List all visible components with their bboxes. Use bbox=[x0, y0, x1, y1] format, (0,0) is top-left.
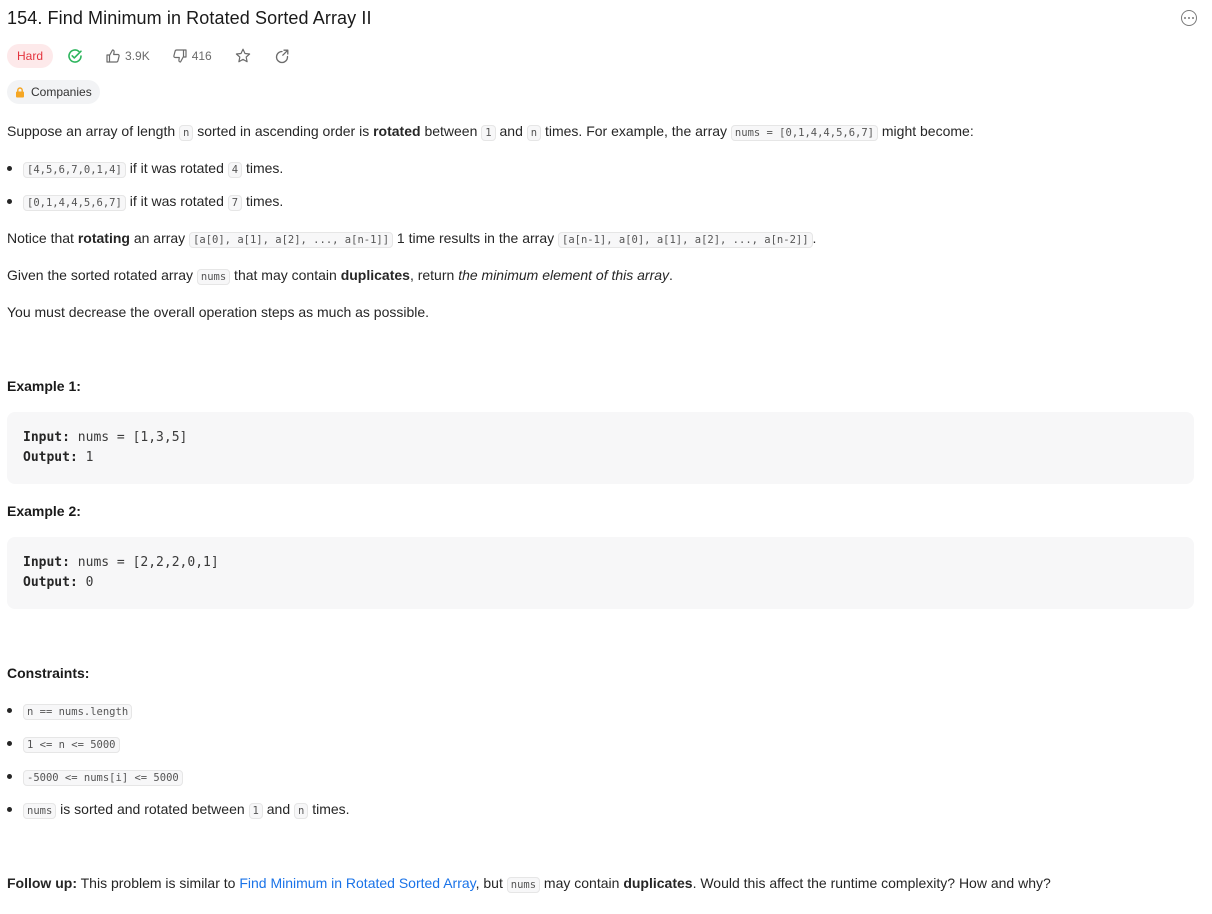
list-item: [0,1,4,4,5,6,7] if it was rotated 7 time… bbox=[6, 190, 283, 214]
list-item: nums is sorted and rotated between 1 and… bbox=[7, 798, 350, 822]
rotation-examples-list-2: [0,1,4,4,5,6,7] if it was rotated 7 time… bbox=[6, 190, 283, 214]
meta-row: Hard 3.9K 416 bbox=[7, 43, 312, 69]
difficulty-badge: Hard bbox=[7, 44, 54, 68]
list-item: [4,5,6,7,0,1,4] if it was rotated 4 time… bbox=[6, 157, 283, 181]
thumbs-up-icon bbox=[105, 48, 121, 64]
page-title: 154. Find Minimum in Rotated Sorted Arra… bbox=[7, 8, 372, 28]
example-2-heading: Example 2: bbox=[7, 503, 81, 519]
companies-tag[interactable]: Companies bbox=[7, 80, 100, 104]
example-1-box: Input: nums = [1,3,5] Output: 1 bbox=[7, 412, 1194, 484]
title-row: 154. Find Minimum in Rotated Sorted Arra… bbox=[7, 6, 1197, 32]
dislikes-count: 416 bbox=[191, 49, 212, 63]
paragraph-note: You must decrease the overall operation … bbox=[7, 304, 430, 320]
related-problem-link[interactable]: Find Minimum in Rotated Sorted Array bbox=[239, 875, 475, 891]
list-item: 1 <= n <= 5000 bbox=[7, 732, 120, 756]
rotation-examples-list: [4,5,6,7,0,1,4] if it was rotated 4 time… bbox=[6, 157, 283, 181]
follow-up: Follow up: This problem is similar to Fi… bbox=[7, 875, 1051, 893]
example-1-input: Input: nums = [1,3,5] bbox=[23, 430, 188, 445]
solved-check-icon bbox=[67, 48, 83, 64]
likes-count: 3.9K bbox=[125, 49, 150, 63]
constraint-2: 1 <= n <= 5000 bbox=[7, 732, 120, 756]
paragraph-rotating: Notice that rotating an array [a[0], a[1… bbox=[7, 230, 817, 248]
more-icon[interactable] bbox=[1181, 10, 1197, 26]
like-button[interactable]: 3.9K bbox=[105, 48, 150, 64]
share-icon[interactable] bbox=[274, 48, 290, 64]
list-item: n == nums.length bbox=[6, 699, 133, 723]
thumbs-down-icon bbox=[172, 48, 188, 64]
example-2-box: Input: nums = [2,2,2,0,1] Output: 0 bbox=[7, 537, 1194, 609]
constraint-3: -5000 <= nums[i] <= 5000 bbox=[7, 765, 183, 789]
example-2-output: Output: 0 bbox=[23, 575, 94, 590]
example-2-input: Input: nums = [2,2,2,0,1] bbox=[23, 555, 219, 570]
paragraph-task: Given the sorted rotated array nums that… bbox=[7, 267, 673, 285]
constraint-1: n == nums.length bbox=[6, 699, 133, 723]
list-item: -5000 <= nums[i] <= 5000 bbox=[7, 765, 183, 789]
lock-icon bbox=[16, 86, 24, 97]
paragraph-intro: Suppose an array of length n sorted in a… bbox=[7, 123, 974, 141]
dislike-button[interactable]: 416 bbox=[172, 48, 212, 64]
constraints-heading: Constraints: bbox=[7, 665, 90, 681]
companies-label: Companies bbox=[31, 85, 92, 99]
example-1-heading: Example 1: bbox=[7, 378, 81, 394]
constraint-4: nums is sorted and rotated between 1 and… bbox=[7, 798, 350, 822]
example-1-output: Output: 1 bbox=[23, 450, 94, 465]
star-icon[interactable] bbox=[234, 47, 252, 65]
